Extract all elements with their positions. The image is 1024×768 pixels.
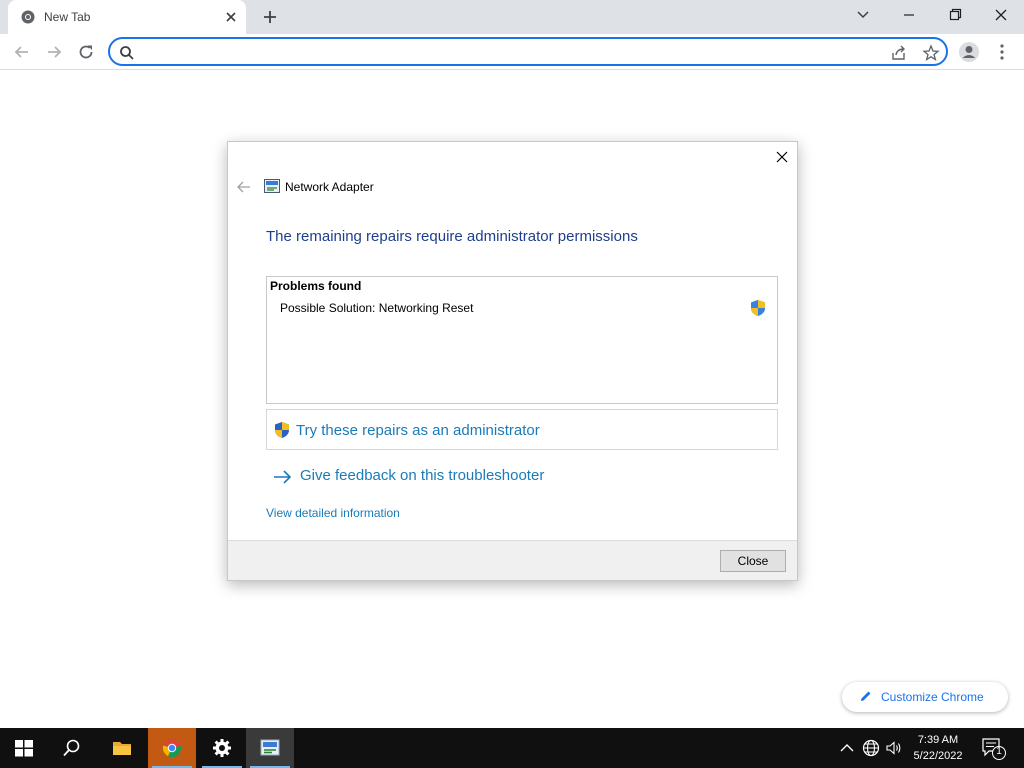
- share-icon[interactable]: [890, 44, 908, 62]
- chrome-icon: [162, 739, 182, 758]
- new-tab-plus-icon[interactable]: [260, 7, 280, 27]
- taskbar-settings[interactable]: [198, 728, 246, 768]
- troubleshooter-dialog: Network Adapter The remaining repairs re…: [227, 141, 798, 581]
- customize-chrome-label: Customize Chrome: [881, 690, 984, 704]
- try-repairs-label: Try these repairs as an administrator: [296, 422, 540, 439]
- folder-icon: [113, 742, 131, 755]
- dialog-app-title: Network Adapter: [285, 180, 374, 194]
- browser-toolbar: [0, 34, 1024, 70]
- menu-kebab-icon[interactable]: [991, 41, 1013, 63]
- notification-count: 1: [996, 746, 1002, 757]
- problems-title: Problems found: [270, 279, 362, 293]
- taskbar: 7:39 AM 5/22/2022 1: [0, 728, 1024, 768]
- dialog-heading: The remaining repairs require administra…: [266, 228, 638, 245]
- window-close-icon[interactable]: [989, 5, 1013, 25]
- view-detailed-info-link[interactable]: View detailed information: [266, 506, 400, 520]
- bookmark-star-icon[interactable]: [922, 44, 940, 62]
- speaker-icon[interactable]: [884, 738, 904, 758]
- restore-icon[interactable]: [943, 5, 967, 25]
- gear-icon: [213, 739, 231, 757]
- address-bar[interactable]: [108, 37, 948, 66]
- clock-time: 7:39 AM: [917, 734, 959, 746]
- pencil-icon: [861, 691, 871, 701]
- taskbar-file-explorer[interactable]: [98, 728, 146, 768]
- clock-date: 5/22/2022: [913, 750, 963, 762]
- windows-logo-icon: [15, 740, 33, 757]
- network-adapter-icon: [260, 739, 280, 756]
- taskbar-chrome[interactable]: [148, 728, 196, 768]
- search-icon: [120, 46, 134, 60]
- chevron-up-icon[interactable]: [837, 738, 857, 758]
- taskbar-clock[interactable]: 7:39 AM 5/22/2022: [908, 732, 968, 764]
- uac-shield-icon: [275, 422, 289, 438]
- chrome-favicon-icon: [21, 10, 35, 24]
- arrow-right-icon: [274, 470, 292, 484]
- back-arrow-icon[interactable]: [11, 41, 33, 63]
- reload-icon[interactable]: [75, 41, 97, 63]
- notification-center-button[interactable]: 1: [980, 736, 1008, 762]
- dialog-close-icon[interactable]: [774, 149, 790, 165]
- problems-found-box: Problems found Possible Solution: Networ…: [266, 276, 778, 404]
- start-button[interactable]: [0, 728, 48, 768]
- taskbar-troubleshooter[interactable]: [246, 728, 294, 768]
- network-adapter-icon: [264, 179, 280, 193]
- customize-chrome-button[interactable]: Customize Chrome: [842, 682, 1008, 712]
- tab-title: New Tab: [44, 10, 91, 24]
- globe-network-icon[interactable]: [861, 738, 881, 758]
- dialog-footer: Close: [228, 540, 797, 580]
- profile-avatar-icon[interactable]: [958, 41, 980, 63]
- tab-strip: New Tab: [0, 0, 1024, 34]
- close-button[interactable]: Close: [720, 550, 786, 572]
- tab-new-tab[interactable]: New Tab: [8, 0, 246, 34]
- tab-close-icon[interactable]: [223, 9, 239, 25]
- tab-search-chevron-icon[interactable]: [851, 5, 875, 25]
- forward-arrow-icon[interactable]: [43, 41, 65, 63]
- search-icon: [63, 739, 80, 757]
- uac-shield-icon: [751, 300, 765, 316]
- try-repairs-admin-button[interactable]: Try these repairs as an administrator: [266, 409, 778, 450]
- problem-item: Possible Solution: Networking Reset: [280, 301, 474, 315]
- feedback-label: Give feedback on this troubleshooter: [300, 467, 545, 484]
- address-input[interactable]: [140, 42, 880, 62]
- minimize-icon[interactable]: [897, 5, 921, 25]
- taskbar-search-button[interactable]: [48, 728, 96, 768]
- dialog-back-arrow-icon[interactable]: [236, 180, 252, 194]
